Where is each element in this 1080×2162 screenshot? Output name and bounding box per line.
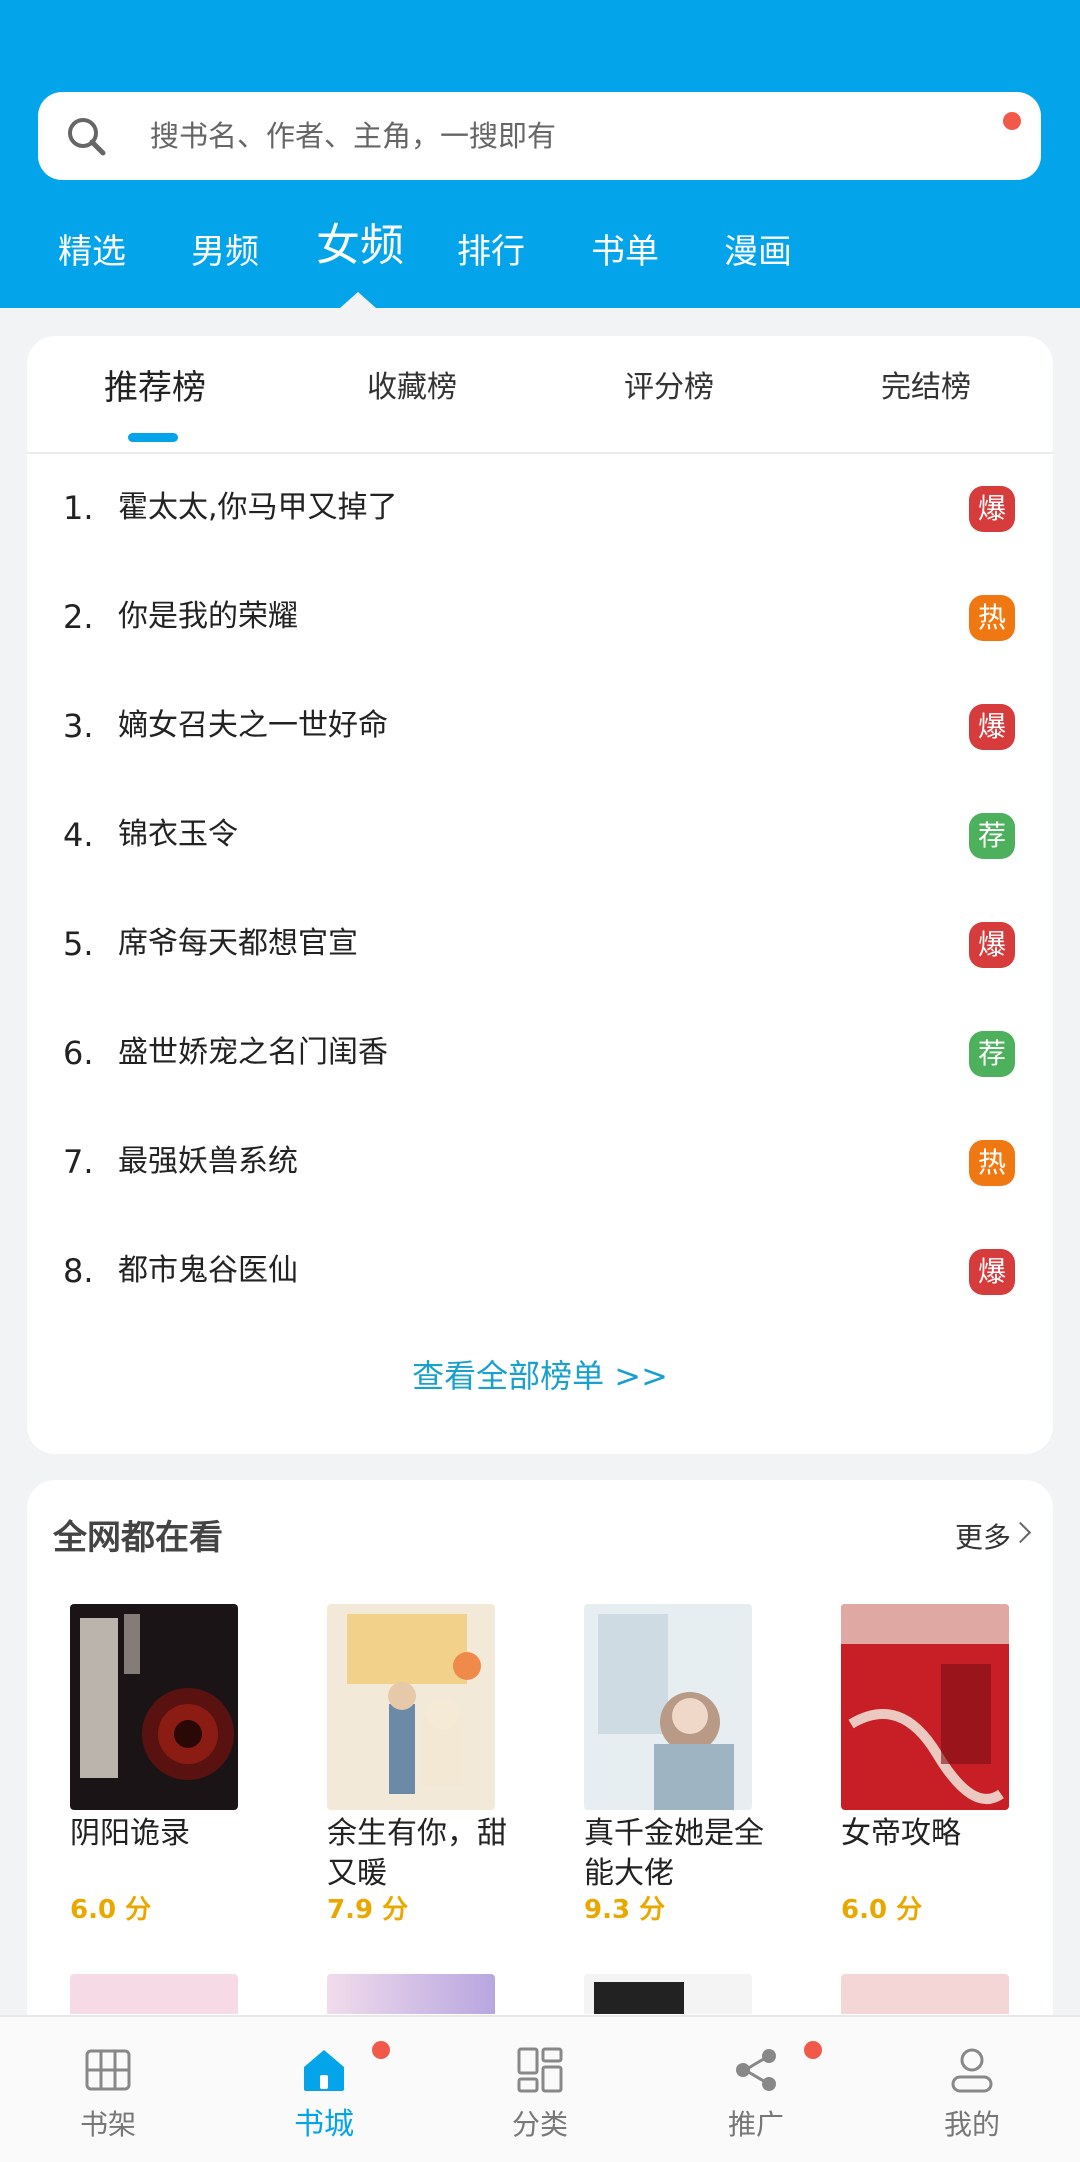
tab-booklist[interactable]: 书单 xyxy=(591,222,659,282)
hot-badge: 热 xyxy=(969,595,1015,641)
book-title: 你是我的荣耀 xyxy=(118,599,298,634)
book-cover xyxy=(70,1604,238,1810)
book-score: 6.0 分 xyxy=(841,1895,923,1925)
rank-number: 6. xyxy=(63,1034,94,1072)
book-title: 余生有你，甜又暖 xyxy=(327,1816,507,1891)
ranking-card: 推荐榜 收藏榜 评分榜 完结榜 1. 霍太太,你马甲又掉了 爆 2. 你是我的荣… xyxy=(27,336,1053,1454)
section-title: 全网都在看 xyxy=(53,1518,223,1558)
book-title: 都市鬼谷医仙 xyxy=(118,1253,298,1288)
home-icon xyxy=(304,2050,344,2091)
top-header: 搜书名、作者、主角，一搜即有 精选 男频 女频 排行 书单 漫画 xyxy=(0,0,1080,308)
book-title: 席爷每天都想官宣 xyxy=(118,926,358,961)
notification-dot xyxy=(372,2041,390,2059)
book-title: 真千金她是全能大佬 xyxy=(584,1816,764,1891)
share-icon xyxy=(736,2049,776,2091)
tab-recommend-rank[interactable]: 推荐榜 xyxy=(104,366,206,410)
nav-label: 推广 xyxy=(727,2108,784,2141)
book-cover xyxy=(841,1974,1009,2014)
recommend-badge: 荐 xyxy=(969,813,1015,859)
rank-item[interactable]: 3. 嫡女召夫之一世好命 爆 xyxy=(27,686,1053,766)
rank-item[interactable]: 7. 最强妖兽系统 热 xyxy=(27,1122,1053,1202)
tab-favorite-rank[interactable]: 收藏榜 xyxy=(367,366,457,410)
book-title: 盛世娇宠之名门闺香 xyxy=(118,1035,388,1070)
rank-number: 3. xyxy=(63,707,94,745)
book-title: 霍太太,你马甲又掉了 xyxy=(118,490,398,525)
ranking-tabs: 推荐榜 收藏榜 评分榜 完结榜 xyxy=(27,336,1053,454)
bookshelf-icon xyxy=(85,2049,131,2091)
notification-dot xyxy=(804,2041,822,2059)
chevron-right-icon xyxy=(1009,1521,1032,1544)
rank-item[interactable]: 1. 霍太太,你马甲又掉了 爆 xyxy=(27,468,1053,548)
rank-number: 4. xyxy=(63,816,94,854)
nav-profile[interactable]: 我的 xyxy=(864,2017,1080,2162)
active-tab-underline xyxy=(128,433,178,442)
rank-number: 7. xyxy=(63,1143,94,1181)
rank-number: 5. xyxy=(63,925,94,963)
nav-bookshelf[interactable]: 书架 xyxy=(0,2017,216,2162)
recommend-badge: 荐 xyxy=(969,1031,1015,1077)
search-placeholder: 搜书名、作者、主角，一搜即有 xyxy=(150,119,557,153)
tab-male[interactable]: 男频 xyxy=(191,222,259,282)
tab-completed-rank[interactable]: 完结榜 xyxy=(881,366,971,410)
tab-comics[interactable]: 漫画 xyxy=(724,222,792,282)
tab-female[interactable]: 女频 xyxy=(316,216,404,276)
book-cover xyxy=(584,1604,752,1810)
rank-number: 8. xyxy=(63,1252,94,1290)
tab-rating-rank[interactable]: 评分榜 xyxy=(624,366,714,410)
tab-featured[interactable]: 精选 xyxy=(58,222,126,282)
nav-label: 书城 xyxy=(294,2107,354,2142)
category-grid-icon xyxy=(517,2047,563,2093)
book-score: 7.9 分 xyxy=(327,1895,409,1925)
hot-badge: 爆 xyxy=(969,486,1015,532)
book-score: 6.0 分 xyxy=(70,1895,152,1925)
book-title: 锦衣玉令 xyxy=(118,817,238,852)
nav-bookstore[interactable]: 书城 xyxy=(216,2017,432,2162)
nav-promote[interactable]: 推广 xyxy=(648,2017,864,2162)
notification-dot xyxy=(1003,112,1021,130)
hot-badge: 爆 xyxy=(969,922,1015,968)
rank-item[interactable]: 2. 你是我的荣耀 热 xyxy=(27,577,1053,657)
tab-ranking[interactable]: 排行 xyxy=(457,222,525,282)
book-score: 9.3 分 xyxy=(584,1895,666,1925)
rank-item[interactable]: 8. 都市鬼谷医仙 爆 xyxy=(27,1231,1053,1311)
book-title: 最强妖兽系统 xyxy=(118,1144,298,1179)
hot-badge: 爆 xyxy=(969,1249,1015,1295)
book-cover xyxy=(327,1604,495,1810)
view-all-rankings-link[interactable]: 查看全部榜单 >> xyxy=(27,1352,1053,1400)
book-cover xyxy=(584,1974,752,2014)
book-title: 阴阳诡录 xyxy=(70,1816,190,1851)
book-title: 嫡女召夫之一世好命 xyxy=(118,708,388,743)
search-bar[interactable]: 搜书名、作者、主角，一搜即有 xyxy=(38,92,1041,180)
rank-item[interactable]: 4. 锦衣玉令 荐 xyxy=(27,795,1053,875)
book-cover xyxy=(841,1604,1009,1810)
bottom-nav: 书架 书城 分类 推广 我的 xyxy=(0,2015,1080,2162)
hot-badge: 热 xyxy=(969,1140,1015,1186)
more-link[interactable]: 更多 xyxy=(955,1516,1011,1560)
user-icon xyxy=(951,2048,993,2093)
search-icon xyxy=(68,118,106,156)
book-title: 女帝攻略 xyxy=(841,1816,961,1851)
rank-item[interactable]: 5. 席爷每天都想官宣 爆 xyxy=(27,904,1053,984)
nav-label: 书架 xyxy=(79,2108,136,2141)
channel-tabs: 精选 男频 女频 排行 书单 漫画 xyxy=(0,220,1080,292)
nav-category[interactable]: 分类 xyxy=(432,2017,648,2162)
rank-item[interactable]: 6. 盛世娇宠之名门闺香 荐 xyxy=(27,1013,1053,1093)
nav-label: 分类 xyxy=(511,2108,568,2141)
active-tab-caret xyxy=(340,292,376,308)
rank-number: 2. xyxy=(63,598,94,636)
hot-badge: 爆 xyxy=(969,704,1015,750)
rank-number: 1. xyxy=(63,489,94,527)
nav-label: 我的 xyxy=(943,2108,1000,2141)
book-cover xyxy=(327,1974,495,2014)
book-cover xyxy=(70,1974,238,2014)
